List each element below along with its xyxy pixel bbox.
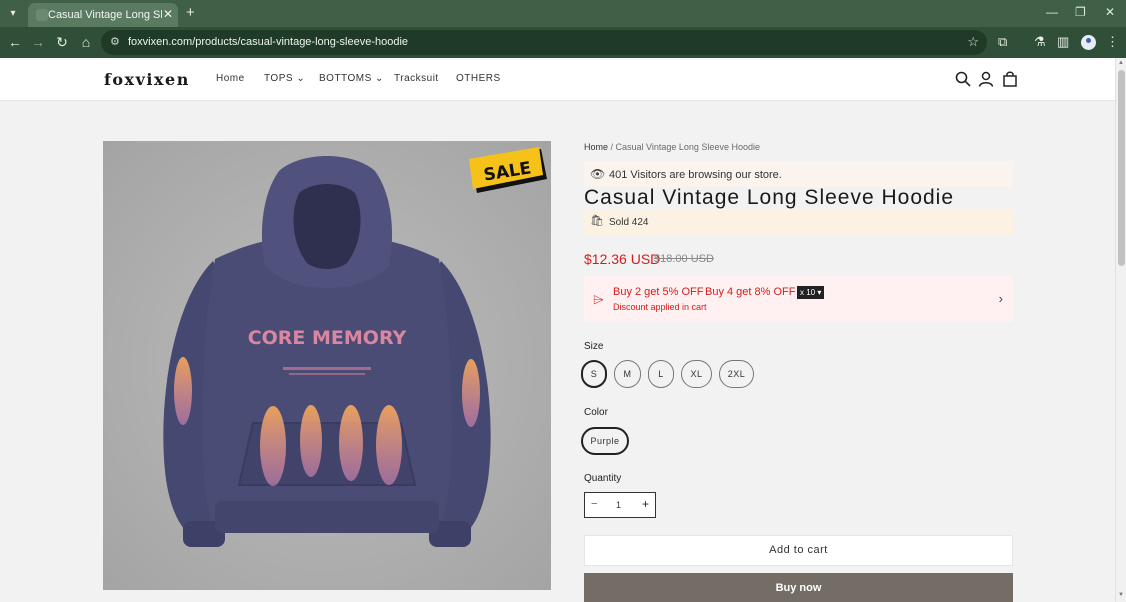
back-icon[interactable]: ← [7, 34, 23, 50]
nav-tracksuit[interactable]: Tracksuit [394, 73, 439, 84]
chest-print-text: CORE MEMORY [248, 327, 407, 349]
hoodie-illustration: CORE MEMORY [103, 141, 551, 590]
page-scrollbar[interactable]: ▲ ▼ [1115, 58, 1126, 602]
discount-multiplier-badge[interactable]: x 10 ▾ [797, 286, 825, 299]
size-option-xl[interactable]: XL [681, 360, 712, 388]
chevron-right-icon[interactable]: › [999, 291, 1003, 306]
breadcrumb-separator: / [608, 142, 616, 152]
site-info-icon[interactable]: ⚙ [110, 35, 120, 48]
nav-tops-label: TOPS [264, 73, 294, 84]
browser-tab[interactable]: Casual Vintage Long Sleeve Hoodie ✕ [28, 3, 178, 27]
color-label: Color [584, 407, 608, 418]
chevron-down-icon: ⌄ [375, 73, 384, 84]
buy-now-button[interactable]: Buy now [584, 573, 1013, 602]
price-tag-icon: ⌲ [593, 291, 604, 307]
menu-icon[interactable]: ⋮ [1106, 34, 1119, 50]
product-image[interactable]: CORE MEMORY SALE [103, 141, 551, 590]
nav-others-label: OTHERS [456, 73, 501, 84]
breadcrumb-home-link[interactable]: Home [584, 142, 608, 152]
scroll-up-icon[interactable]: ▲ [1118, 60, 1124, 66]
scroll-thumb[interactable] [1118, 70, 1125, 266]
favicon-icon [36, 9, 48, 21]
add-to-cart-button[interactable]: Add to cart [584, 535, 1013, 566]
url-text[interactable]: foxvixen.com/products/casual-vintage-lon… [128, 36, 408, 48]
tab-close-icon[interactable]: ✕ [163, 7, 173, 21]
size-option-m[interactable]: M [614, 360, 641, 388]
nav-bottoms-label: BOTTOMS [319, 73, 372, 84]
reload-icon[interactable]: ↻ [54, 34, 70, 51]
extensions-icon[interactable]: ⧉ [998, 34, 1007, 50]
visitors-banner: 👁 401 Visitors are browsing our store. [584, 161, 1013, 187]
address-bar[interactable]: ⚙ foxvixen.com/products/casual-vintage-l… [101, 30, 987, 55]
quantity-discount-banner[interactable]: ⌲ Buy 2 get 5% OFF Buy 4 get 8% OFF x 10… [584, 276, 1013, 322]
eye-icon: 👁 [590, 167, 606, 181]
profile-avatar[interactable] [1081, 35, 1096, 50]
shopping-bag-icon: 🛍 [590, 215, 604, 227]
discount-offer-2: Buy 4 get 8% OFF [705, 286, 796, 298]
size-option-2xl[interactable]: 2XL [719, 360, 754, 388]
increase-quantity-button[interactable]: + [642, 497, 649, 511]
discount-offer-1: Buy 2 get 5% OFF [613, 286, 704, 298]
minimize-icon[interactable]: — [1046, 5, 1058, 19]
nav-home[interactable]: Home [216, 73, 245, 84]
size-label: Size [584, 341, 604, 352]
size-option-l[interactable]: L [648, 360, 674, 388]
quantity-label: Quantity [584, 473, 622, 484]
nav-others[interactable]: OTHERS [456, 73, 501, 84]
color-option-purple[interactable]: Purple [581, 427, 629, 455]
visitors-text: 401 Visitors are browsing our store. [609, 169, 782, 181]
size-option-s[interactable]: S [581, 360, 607, 388]
sale-price: $12.36 USD [584, 251, 661, 267]
nav-bottoms[interactable]: BOTTOMS ⌄ [319, 73, 384, 84]
sale-badge: SALE [469, 147, 547, 193]
side-panel-icon[interactable]: ▥ [1057, 34, 1069, 50]
sold-count-text: Sold 424 [609, 217, 649, 228]
browser-toolbar: ← → ↻ ⌂ ⚙ foxvixen.com/products/casual-v… [0, 27, 1126, 58]
restore-icon[interactable]: ❐ [1075, 5, 1086, 19]
site-logo[interactable]: foxvixen [104, 70, 190, 89]
account-icon[interactable] [978, 71, 994, 87]
decrease-quantity-button[interactable]: − [591, 498, 597, 510]
forward-icon[interactable]: → [30, 34, 46, 50]
labs-icon[interactable]: ⚗ [1034, 34, 1046, 50]
search-icon[interactable] [955, 71, 971, 87]
window-close-icon[interactable]: ✕ [1105, 5, 1115, 19]
new-tab-icon[interactable]: + [186, 4, 195, 21]
quantity-stepper: − 1 + [584, 492, 656, 518]
nav-tops[interactable]: TOPS ⌄ [264, 73, 305, 84]
quantity-input[interactable]: 1 [616, 500, 621, 510]
tab-search-chevron-icon[interactable]: ▾ [5, 6, 21, 22]
nav-tracksuit-label: Tracksuit [394, 73, 439, 84]
discount-note: Discount applied in cart [613, 302, 707, 312]
bookmark-star-icon[interactable]: ☆ [967, 34, 979, 50]
tab-title: Casual Vintage Long Sleeve Hoodie [48, 9, 162, 21]
nav-home-label: Home [216, 73, 245, 84]
breadcrumb: Home / Casual Vintage Long Sleeve Hoodie [584, 142, 760, 152]
scroll-down-icon[interactable]: ▼ [1118, 592, 1124, 598]
home-icon[interactable]: ⌂ [78, 34, 94, 50]
breadcrumb-current: Casual Vintage Long Sleeve Hoodie [615, 142, 760, 152]
site-header: foxvixen Home TOPS ⌄ BOTTOMS ⌄ Tracksuit… [0, 58, 1115, 101]
chevron-down-icon: ⌄ [296, 73, 306, 84]
product-title: Casual Vintage Long Sleeve Hoodie [584, 186, 955, 209]
browser-tab-strip: ▾ Casual Vintage Long Sleeve Hoodie ✕ + … [0, 0, 1126, 27]
sold-banner: 🛍 Sold 424 [584, 209, 1013, 235]
cart-icon[interactable] [1002, 71, 1018, 87]
compare-price: $18.00 USD [654, 253, 714, 265]
